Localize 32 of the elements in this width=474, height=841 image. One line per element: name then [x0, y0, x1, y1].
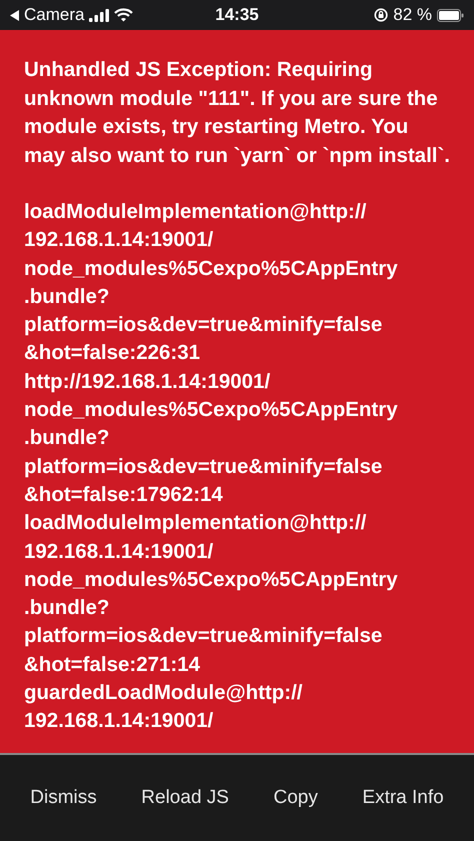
stack-trace-line: .bundle?: [24, 284, 110, 310]
signal-icon: [89, 8, 110, 22]
wifi-icon: [114, 8, 134, 22]
stack-trace-line: 192.168.1.14:19001/: [24, 227, 214, 254]
battery-percent: 82 %: [393, 5, 432, 25]
stack-trace-line: platform=ios&dev=true&minify=false: [24, 454, 384, 480]
action-button[interactable]: Dismiss: [24, 779, 103, 817]
battery-icon: [436, 8, 464, 22]
stack-trace-line: &hot=false:271:14: [24, 652, 202, 678]
stack-trace-line: &hot=false:17962:14: [24, 482, 224, 508]
action-button[interactable]: Reload JS: [135, 779, 235, 817]
clock: 14:35: [215, 5, 259, 25]
stack-trace-line: node_modules%5Cexpo%5CAppEntry: [24, 256, 399, 282]
action-button[interactable]: Copy: [268, 779, 324, 817]
stack-trace-line: 192.168.1.14:19001/: [24, 538, 214, 565]
stack-trace-line: loadModuleImplementation@http://: [24, 199, 368, 225]
stack-trace-line: http://192.168.1.14:19001/: [24, 368, 272, 395]
back-icon[interactable]: [10, 10, 19, 20]
stack-trace-line: node_modules%5Cexpo%5CAppEntry: [24, 566, 399, 593]
stack-trace-line: .bundle?: [24, 425, 110, 452]
error-message: Unhandled JS Exception: Requiring unknown module "111". If you are sure the module exists, try restarting Metro. You may also want to run `yarn` or `npm install`.: [24, 57, 451, 168]
stack-trace-line: 192.168.1.14:19001/: [24, 708, 214, 734]
stack-trace-line: loadModuleImplementation@http://: [24, 510, 368, 536]
back-label[interactable]: Camera: [24, 5, 84, 25]
rotation-lock-icon: [374, 8, 388, 22]
stack-trace-line: platform=ios&dev=true&minify=false: [24, 312, 384, 338]
stack-trace-line: platform=ios&dev=true&minify=false: [24, 623, 384, 650]
action-button[interactable]: Extra Info: [356, 779, 450, 817]
stack-trace-line: guardedLoadModule@http://: [24, 680, 304, 706]
stack-trace-line: node_modules%5Cexpo%5CAppEntry: [24, 397, 399, 424]
stack-trace-line: &hot=false:226:31: [24, 340, 202, 366]
stack-trace-line: .bundle?: [24, 595, 110, 622]
